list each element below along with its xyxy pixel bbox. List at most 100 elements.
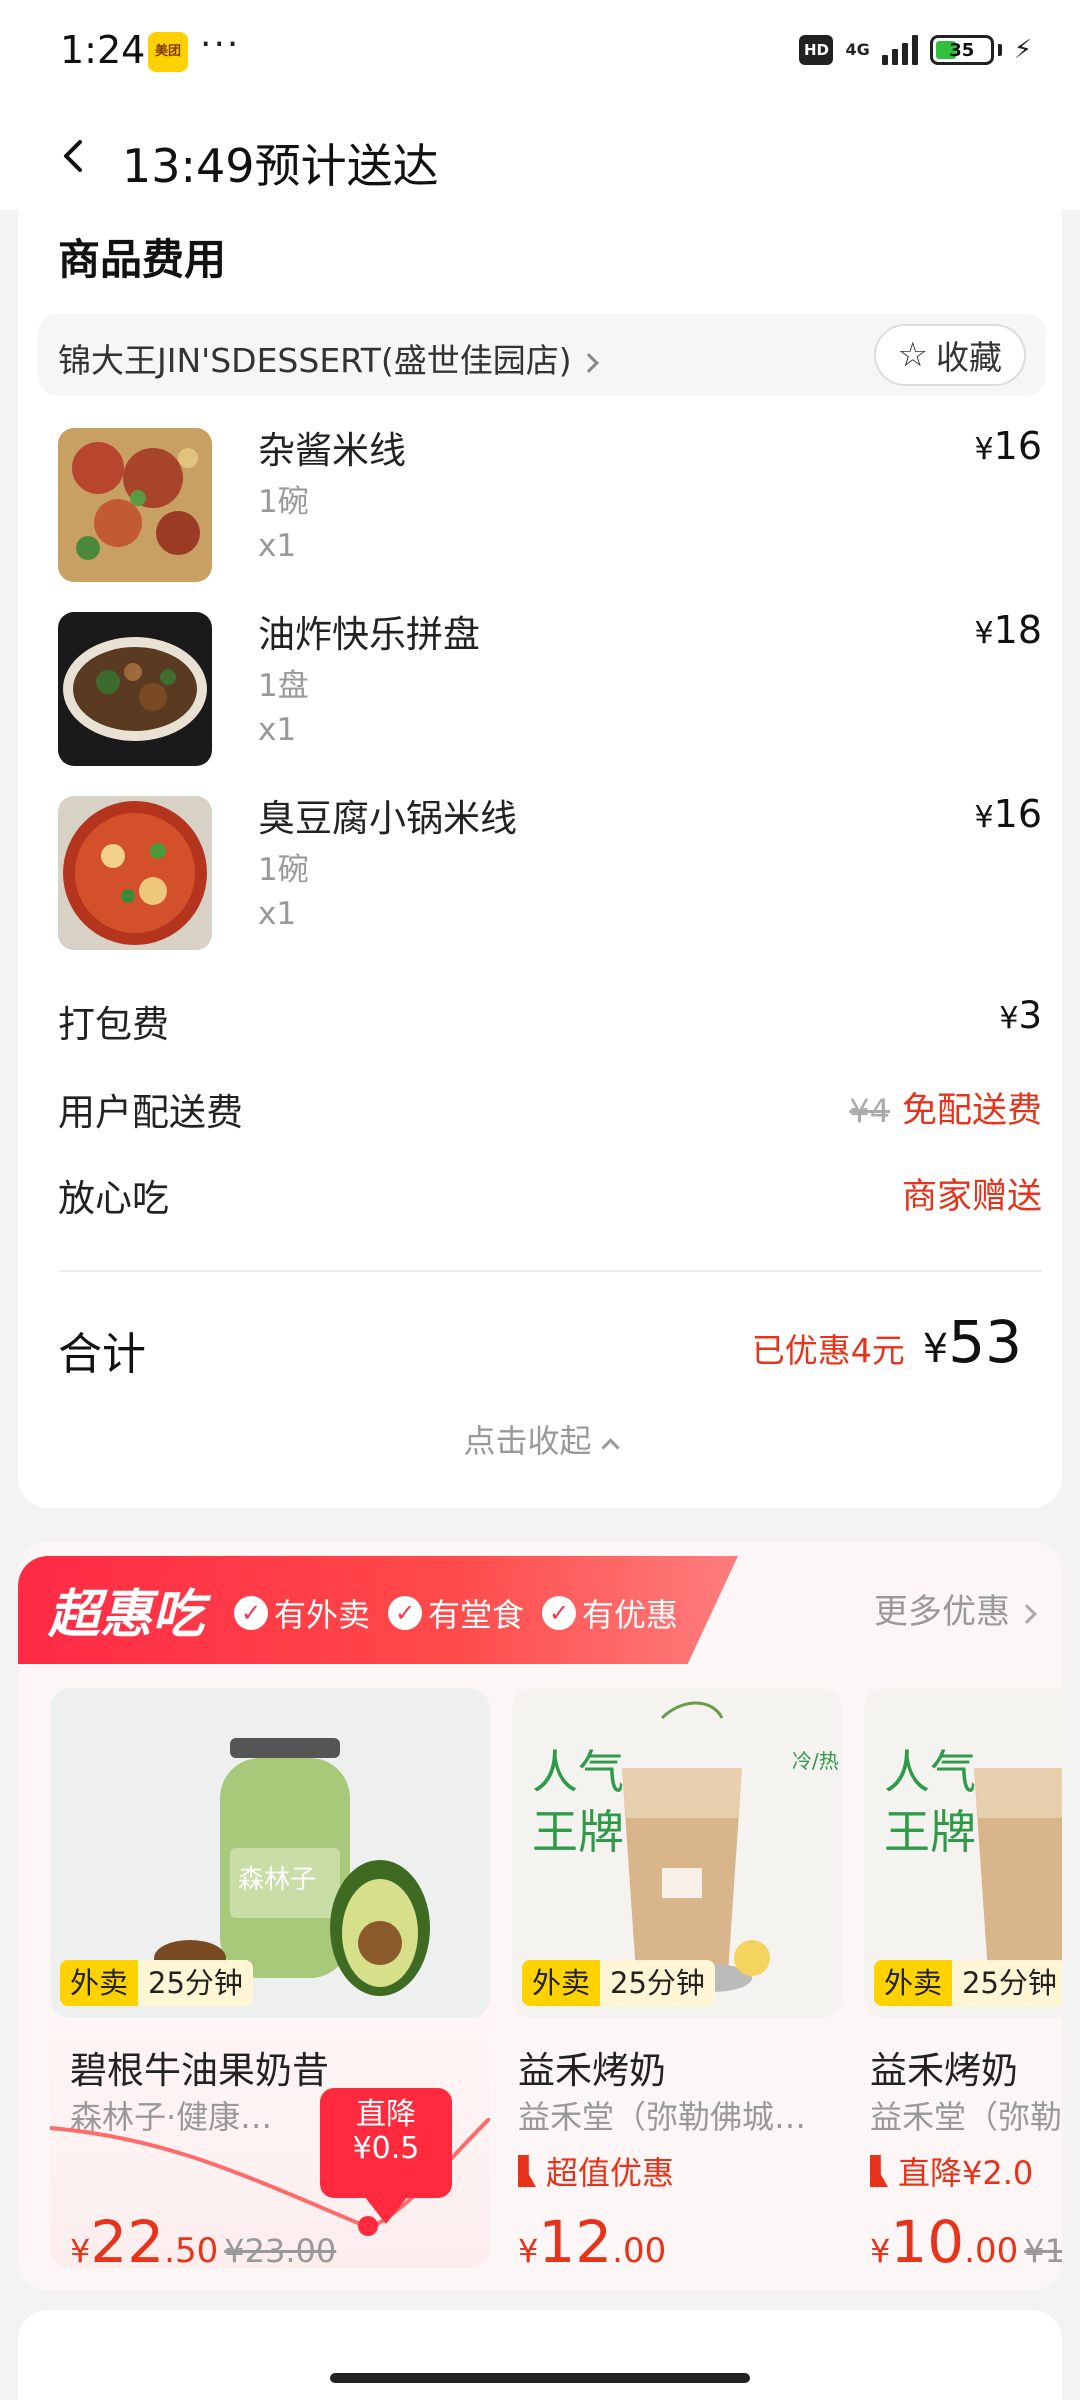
signal-icon <box>881 35 918 65</box>
chevron-right-icon <box>1017 1603 1037 1624</box>
favorite-button[interactable]: ☆ 收藏 <box>873 324 1026 386</box>
deal-tag: 超值优惠 <box>518 2148 674 2194</box>
section-title: 商品费用 <box>58 235 227 284</box>
order-item: 油炸快乐拼盘 1盘 x1 ¥18 <box>58 608 1042 772</box>
promo-logo: 超惠吃 <box>48 1585 205 1645</box>
svg-text:森林子: 森林子 <box>238 1865 316 1895</box>
order-fees-card: 商品费用 锦大王JIN'SDESSERT(盛世佳园店) ☆ 收藏 杂酱米线 1碗… <box>18 210 1062 1508</box>
svg-text:冷/热: 冷/热 <box>792 1749 839 1773</box>
item-price: ¥18 <box>974 608 1042 652</box>
product-card[interactable]: 森林子 外卖 25分钟 碧根牛油果奶昔 森林子·健康… 直降 ¥0.5 ¥22.50… <box>50 1688 490 2268</box>
item-image <box>58 612 212 766</box>
battery-level: 35 <box>949 39 975 61</box>
check-icon: ✓ <box>234 1596 268 1630</box>
deal-tag: 直降¥2.0 <box>870 2148 1033 2194</box>
flag-icon <box>870 2155 888 2187</box>
chevron-up-icon <box>600 1437 620 1457</box>
shop-bar: 锦大王JIN'SDESSERT(盛世佳园店) ☆ 收藏 <box>38 314 1046 396</box>
home-indicator[interactable] <box>330 2373 750 2383</box>
svg-text:人气: 人气 <box>532 1745 624 1799</box>
item-name: 臭豆腐小锅米线 <box>258 797 517 840</box>
product-card[interactable]: 人气 王牌 冷/热 外卖 25分钟 益禾烤奶 益禾堂（弥勒佛城… 超值优惠 ¥12… <box>512 1688 842 2276</box>
order-item: 臭豆腐小锅米线 1碗 x1 ¥16 <box>58 792 1042 956</box>
item-qty: x1 <box>258 896 297 932</box>
item-image <box>58 796 212 950</box>
item-name: 杂酱米线 <box>258 429 406 472</box>
collapse-label: 点击收起 <box>463 1422 592 1460</box>
promo-tag: ✓ 有外卖 <box>234 1590 370 1636</box>
fee-label: 打包费 <box>58 1003 169 1046</box>
shop-link[interactable]: 锦大王JIN'SDESSERT(盛世佳园店) <box>58 334 599 382</box>
svg-text:王牌: 王牌 <box>884 1805 976 1859</box>
battery-icon: 35 <box>929 35 994 65</box>
item-qty: x1 <box>258 528 297 564</box>
fee-value: 商家赠送 <box>901 1177 1042 1217</box>
product-name: 益禾烤奶 <box>870 2049 1018 2092</box>
svg-text:人气: 人气 <box>884 1745 976 1799</box>
fee-value: ¥3 <box>999 994 1042 1037</box>
fee-label: 用户配送费 <box>58 1091 243 1134</box>
delivery-badge: 外卖 25分钟 <box>522 1960 715 2006</box>
network-type: 4G <box>845 40 870 59</box>
assurance-row: 放心吃 商家赠送 <box>58 1168 1042 1228</box>
item-name: 油炸快乐拼盘 <box>258 613 480 656</box>
more-deals-link[interactable]: 更多优惠 <box>874 1584 1037 1633</box>
check-icon: ✓ <box>542 1596 577 1630</box>
order-item: 杂酱米线 1碗 x1 ¥16 <box>58 424 1042 588</box>
promo-tag: ✓ 有优惠 <box>542 1590 678 1636</box>
collapse-button[interactable]: 点击收起 <box>18 1416 1062 1462</box>
status-time: 1:24 <box>60 28 146 72</box>
product-price: ¥22.50 ¥23.00 <box>70 2208 337 2268</box>
battery-cap <box>997 44 1002 56</box>
meituan-app-icon: 美团 <box>148 32 188 72</box>
item-image <box>58 428 212 582</box>
status-bar: 1:24 美团 ··· HD 4G 35 ⚡ <box>0 0 1080 100</box>
hd-icon: HD <box>799 35 834 65</box>
shop-name: 锦大王JIN'SDESSERT(盛世佳园店) <box>58 341 572 380</box>
item-qty: x1 <box>258 712 297 748</box>
product-price: ¥10.00¥12. <box>870 2208 1062 2276</box>
item-spec: 1碗 <box>258 484 309 520</box>
delivery-badge: 外卖 25分钟 <box>60 1960 253 2006</box>
fee-label: 放心吃 <box>58 1177 169 1220</box>
back-arrow-icon[interactable] <box>56 138 92 174</box>
original-price: ¥23.00 <box>224 2232 337 2268</box>
divider <box>58 1270 1042 1272</box>
product-shop: 益禾堂（弥勒佛城… <box>518 2098 807 2136</box>
free-delivery-text: 免配送费 <box>901 1091 1042 1131</box>
total-summary: 已优惠4元 ¥53 <box>752 1308 1022 1376</box>
fee-value: ¥4 免配送费 <box>849 1082 1042 1133</box>
promo-tags: ✓ 有外卖 ✓ 有堂食 ✓ 有优惠 <box>234 1590 678 1636</box>
promo-banner: 超惠吃 ✓ 有外卖 ✓ 有堂食 ✓ 有优惠 <box>18 1556 738 1664</box>
check-icon: ✓ <box>388 1596 423 1630</box>
page-title: 13:49预计送达 <box>122 139 439 193</box>
star-icon: ☆ <box>897 335 928 375</box>
item-price: ¥16 <box>974 792 1042 836</box>
next-section-card <box>18 2310 1062 2400</box>
promo-tag: ✓ 有堂食 <box>388 1590 524 1636</box>
promo-card: 超惠吃 ✓ 有外卖 ✓ 有堂食 ✓ 有优惠 更多优惠 森林子 外卖 25分钟 碧… <box>18 1542 1062 2290</box>
original-price: ¥12. <box>1024 2232 1062 2270</box>
saved-amount: 已优惠4元 <box>751 1331 905 1370</box>
flag-icon <box>518 2155 536 2187</box>
product-card[interactable]: 人气 王牌 外卖 25分钟 益禾烤奶 益禾堂（弥勒 直降¥2.0 ¥10.00 ¥1… <box>864 1688 1062 2276</box>
more-deals-label: 更多优惠 <box>874 1592 1010 1632</box>
product-shop: 益禾堂（弥勒 <box>870 2098 1062 2136</box>
status-indicators: HD 4G 35 ⚡ <box>799 30 1032 70</box>
item-spec: 1碗 <box>258 852 309 888</box>
total-value: ¥53 <box>922 1308 1022 1376</box>
chevron-right-icon <box>578 352 599 373</box>
product-name: 益禾烤奶 <box>518 2049 666 2092</box>
price-drop-badge: 直降 ¥0.5 <box>320 2088 452 2224</box>
more-notifications-icon: ··· <box>200 24 241 65</box>
original-fee: ¥4 <box>849 1092 890 1130</box>
item-spec: 1盘 <box>258 668 309 704</box>
favorite-label: 收藏 <box>936 338 1002 377</box>
delivery-badge: 外卖 25分钟 <box>874 1960 1062 2006</box>
nav-header: 13:49预计送达 <box>0 100 1080 210</box>
svg-text:王牌: 王牌 <box>532 1805 624 1859</box>
item-price: ¥16 <box>974 424 1042 468</box>
total-label: 合计 <box>58 1329 146 1380</box>
product-name: 碧根牛油果奶昔 <box>70 2049 329 2092</box>
packing-fee-row: 打包费 ¥3 <box>58 994 1042 1054</box>
